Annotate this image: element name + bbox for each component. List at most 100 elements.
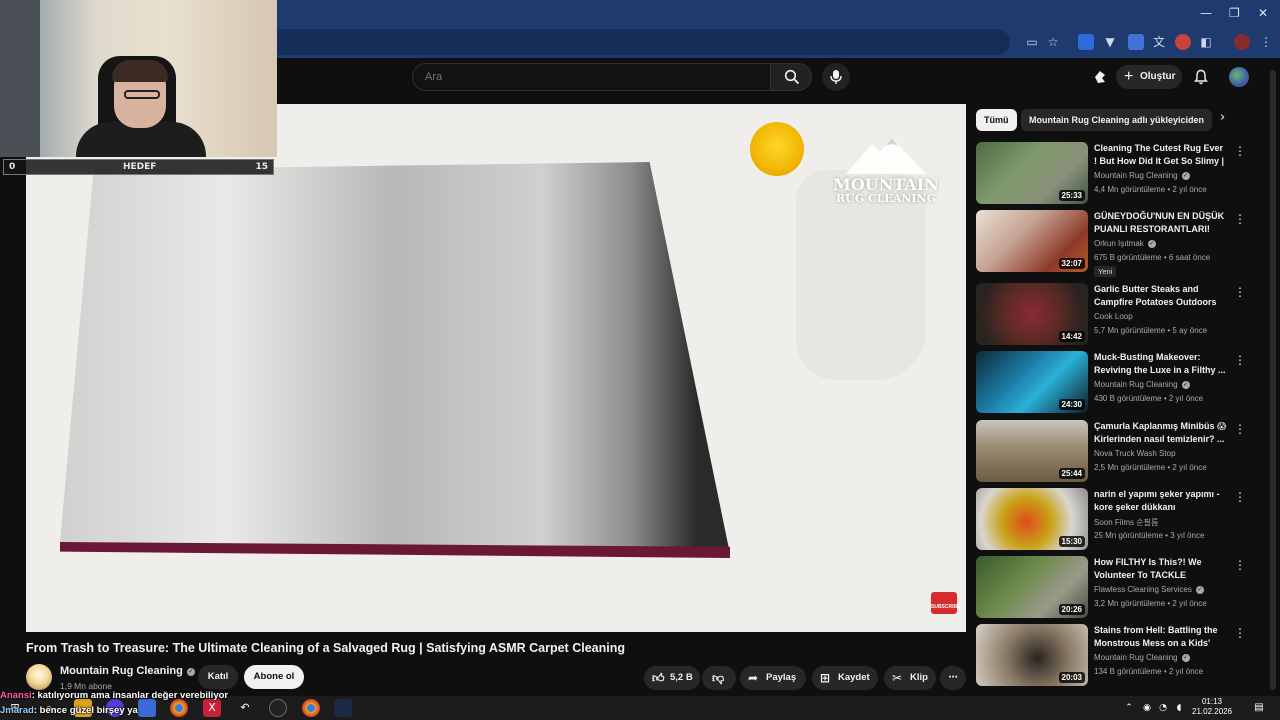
channel-name[interactable]: Orkun Işıtmak ✓ [1094,239,1156,248]
more-vertical-icon[interactable]: ⋮ [1234,558,1246,572]
clock-date: 21.02.2026 [1192,707,1233,716]
channel-name[interactable]: Nova Truck Wash Stop [1094,449,1176,458]
video-thumbnail[interactable]: 15:30 [976,488,1088,550]
translate-icon[interactable]: 文 [1151,34,1167,50]
save-button[interactable]: ⊞ Kaydet [812,666,878,690]
video-title-link[interactable]: Çamurla Kaplanmış Minibüs 😱 Kirlerinden … [1094,420,1228,446]
more-vertical-icon[interactable]: ⋮ [1234,490,1246,504]
recommendation-item[interactable]: 20:03 Stains from Hell: Battling the Mon… [976,624,1246,688]
chat-text: : katılıyorum ama insanlar değer verebil… [31,690,229,701]
video-player[interactable]: MOUNTAIN RUG CLEANING SUBSCRIBE [26,104,966,632]
verified-icon: ✓ [186,668,195,676]
recommendation-item[interactable]: 32:07 GÜNEYDOĞU'NUN EN DÜŞÜK PUANLI REST… [976,210,1246,277]
video-title-link[interactable]: Stains from Hell: Battling the Monstrous… [1094,624,1228,651]
join-button[interactable]: Katıl [198,665,238,689]
voice-search-button[interactable] [822,63,850,91]
video-title-link[interactable]: How FILTHY Is This?! We Volunteer To TAC… [1094,556,1228,583]
video-thumbnail[interactable]: 20:26 [976,556,1088,618]
tray-volume-icon[interactable]: ◖ [1170,699,1188,717]
extensions-puzzle-icon[interactable]: ◧ [1198,34,1214,50]
verified-icon: ✓ [1181,654,1190,662]
dislike-button[interactable]: 👎︎ [702,666,736,690]
close-button[interactable]: ✕ [1258,6,1268,20]
video-thumbnail[interactable]: 20:03 [976,624,1088,686]
video-thumbnail[interactable]: 25:44 [976,420,1088,482]
video-meta: 5,7 Mn görüntüleme • 5 ay önce [1094,326,1208,335]
more-vertical-icon[interactable]: ⋮ [1234,626,1246,640]
view-count: 4,4 Mn görüntüleme [1094,185,1166,194]
notifications-bell-icon[interactable] [1193,69,1209,85]
recommendation-item[interactable]: 15:30 narin el yapımı şeker yapımı - kor… [976,488,1246,552]
video-title-link[interactable]: Muck-Busting Makeover: Reviving the Luxe… [1094,351,1228,377]
channel-name[interactable]: Mountain Rug Cleaning ✓ [1094,171,1190,180]
video-thumbnail[interactable]: 14:42 [976,283,1088,345]
create-button[interactable]: + Oluştur [1116,65,1182,89]
system-clock[interactable]: 01:13 21.02.2026 [1192,697,1232,717]
address-bar[interactable] [276,29,1010,55]
tray-chevron-icon[interactable]: ⌃ [1120,699,1138,717]
chevron-right-icon[interactable]: › [1220,110,1225,125]
more-vertical-icon[interactable]: ⋮ [1234,285,1246,299]
video-thumbnail[interactable]: 25:33 [976,142,1088,204]
page-scrollbar[interactable] [1270,70,1276,690]
bookmark-star-icon[interactable]: ☆ [1045,34,1061,50]
chip-from-uploader[interactable]: Mountain Rug Cleaning adlı yükleyiciden [1021,109,1213,131]
video-title-link[interactable]: Garlic Butter Steaks and Campfire Potato… [1094,283,1228,309]
video-meta: 3,2 Mn görüntüleme • 2 yıl önce [1094,599,1207,608]
steam-icon[interactable] [334,699,352,717]
recommendation-item[interactable]: 24:30 Muck-Busting Makeover: Reviving th… [976,351,1246,415]
recommendation-item[interactable]: 25:33 Cleaning The Cutest Rug Ever ! But… [976,142,1246,206]
recommendation-item[interactable]: 20:26 How FILTHY Is This?! We Volunteer … [976,556,1246,620]
browser-menu-icon[interactable]: ⋮ [1258,34,1274,50]
duration-badge: 32:07 [1058,258,1085,269]
video-meta: 2,5 Mn görüntüleme • 2 yıl önce [1094,463,1207,472]
video-thumbnail[interactable]: 32:07 [976,210,1088,272]
more-actions-button[interactable]: ⋯ [940,666,966,690]
more-horizontal-icon: ⋯ [948,672,958,683]
video-title-link[interactable]: Cleaning The Cutest Rug Ever ! But How D… [1094,142,1228,169]
video-thumbnail[interactable]: 24:30 [976,351,1088,413]
video-title-link[interactable]: GÜNEYDOĞU'NUN EN DÜŞÜK PUANLI RESTORANTL… [1094,210,1228,236]
minimize-button[interactable]: — [1200,6,1212,20]
search-input[interactable] [413,64,770,90]
profile-avatar[interactable] [1234,34,1250,50]
channel-name[interactable]: Flawless Cleaning Services ✓ [1094,585,1204,594]
channel-name-link[interactable]: Mountain Rug Cleaning ✓ [60,665,195,677]
extension-badge-icon[interactable] [1128,34,1144,50]
duration-badge: 15:30 [1058,536,1085,547]
extension-red-icon[interactable] [1175,34,1191,50]
subscribe-watermark-button[interactable]: SUBSCRIBE [931,592,960,614]
subscribe-button[interactable]: Abone ol [244,665,304,689]
like-count: 5,2 B [670,672,693,683]
channel-name[interactable]: Cook Loop [1094,312,1133,321]
channel-name[interactable]: Mountain Rug Cleaning ✓ [1094,653,1190,662]
notification-center-icon[interactable]: ▤ [1250,699,1268,717]
restore-button[interactable]: ❐ [1229,6,1240,20]
account-avatar[interactable] [1229,67,1249,87]
like-button[interactable]: 👍︎ 5,2 B [644,666,700,690]
cast-icon[interactable]: ▭ [1024,34,1040,50]
extension-flag-icon[interactable]: ▼ [1102,34,1118,50]
channel-avatar[interactable] [26,664,52,690]
more-vertical-icon[interactable]: ⋮ [1234,144,1246,158]
clip-button[interactable]: ✂ Klip [884,666,936,690]
search-button[interactable] [770,63,812,91]
webcam-overlay [0,0,277,157]
share-button[interactable]: ➦ Paylaş [740,666,806,690]
chip-all[interactable]: Tümü [976,109,1017,131]
extension-shield-icon[interactable] [1078,34,1094,50]
more-vertical-icon[interactable]: ⋮ [1234,422,1246,436]
channel-label: Orkun Işıtmak [1094,239,1144,248]
shorts-extension-icon[interactable] [1092,69,1108,85]
channel-name[interactable]: Soon Films 순필름 [1094,517,1158,528]
upload-age: 2 yıl önce [1172,599,1207,608]
more-vertical-icon[interactable]: ⋮ [1234,212,1246,226]
search-box[interactable] [412,63,770,91]
streamer-hair-image [112,60,168,82]
recommendation-item[interactable]: 14:42 Garlic Butter Steaks and Campfire … [976,283,1246,347]
recommendation-item[interactable]: 25:44 Çamurla Kaplanmış Minibüs 😱 Kirler… [976,420,1246,484]
more-vertical-icon[interactable]: ⋮ [1234,353,1246,367]
channel-name[interactable]: Mountain Rug Cleaning ✓ [1094,380,1190,389]
video-meta: 4,4 Mn görüntüleme • 2 yıl önce [1094,185,1207,194]
video-title-link[interactable]: narin el yapımı şeker yapımı - kore şeke… [1094,488,1228,514]
